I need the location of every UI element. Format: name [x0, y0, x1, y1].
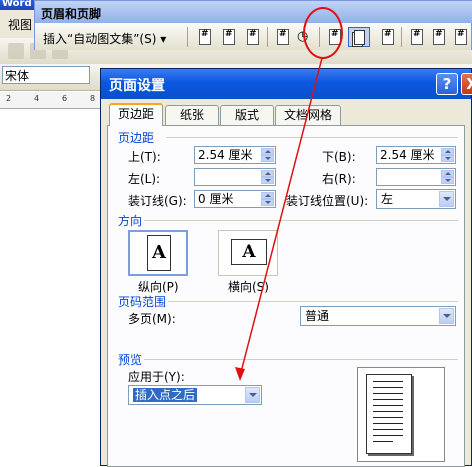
bottom-margin-input[interactable]: 2.54 厘米	[376, 146, 456, 164]
toolbar-separator	[267, 27, 268, 47]
insert-page-count-icon[interactable]	[219, 28, 237, 46]
chevron-down-icon[interactable]	[245, 387, 260, 403]
multiple-pages-select[interactable]: 普通	[300, 306, 456, 326]
left-margin-input[interactable]	[194, 168, 276, 186]
toolbar-separator	[401, 27, 402, 47]
gutter-label: 装订线(G):	[128, 194, 187, 208]
insert-date-icon[interactable]	[273, 28, 291, 46]
gutter-position-label: 装订线位置(U):	[286, 194, 369, 208]
group-divider	[144, 220, 458, 221]
format-page-number-icon[interactable]	[243, 28, 261, 46]
annotation-circle	[303, 7, 343, 59]
tab-paper[interactable]: 纸张	[165, 105, 219, 125]
preview-area	[357, 367, 445, 462]
spin-buttons[interactable]	[261, 148, 274, 162]
group-divider	[144, 359, 458, 360]
portrait-page-icon: A	[147, 235, 171, 271]
insert-autotext-button[interactable]: 插入“自动图文集”(S) ▾	[43, 30, 166, 47]
menu-view[interactable]: 视图	[8, 16, 32, 33]
preview-page-icon	[366, 374, 412, 454]
chevron-down-icon: ▾	[160, 32, 167, 46]
chevron-down-icon[interactable]	[439, 308, 454, 324]
show-previous-icon[interactable]	[429, 28, 447, 46]
page-setup-dialog: 页面设置 ? X 页边距 纸张 版式 文档网格 页边距 上(T): 2.54 厘…	[100, 68, 472, 467]
horizontal-ruler: 2 4 6 8	[0, 92, 100, 109]
tab-margins[interactable]: 页边距	[109, 103, 163, 126]
close-button[interactable]: X	[461, 73, 472, 95]
header-footer-toolbar-title: 页眉和页脚	[41, 7, 102, 21]
header-footer-toolbar: 页眉和页脚 插入“自动图文集”(S) ▾ ◷	[34, 0, 472, 50]
spin-buttons[interactable]	[261, 170, 274, 184]
group-divider	[168, 301, 458, 302]
header-footer-toolbar-titlebar[interactable]: 页眉和页脚	[35, 1, 472, 23]
toolbar-separator	[187, 27, 188, 47]
ruler-tick: 4	[34, 94, 40, 103]
ruler-tick: 2	[6, 94, 12, 103]
ruler-tick: 8	[90, 94, 96, 103]
group-divider	[166, 137, 458, 138]
spin-buttons[interactable]	[441, 148, 454, 162]
same-as-previous-icon[interactable]	[378, 28, 396, 46]
tab-document-grid[interactable]: 文档网格	[275, 105, 341, 125]
portrait-option[interactable]: A	[128, 230, 188, 276]
right-margin-label: 右(R):	[322, 172, 356, 186]
tab-layout[interactable]: 版式	[220, 105, 274, 125]
landscape-page-icon: A	[231, 239, 267, 265]
switch-header-footer-icon[interactable]	[407, 28, 425, 46]
apply-to-select[interactable]: 插入点之后	[128, 385, 262, 405]
landscape-option[interactable]: A	[218, 230, 278, 276]
help-button[interactable]: ?	[436, 73, 458, 95]
right-margin-input[interactable]	[376, 168, 456, 186]
chevron-down-icon[interactable]	[439, 191, 454, 207]
show-next-icon[interactable]	[451, 28, 469, 46]
top-margin-label: 上(T):	[128, 150, 161, 164]
bottom-margin-label: 下(B):	[322, 150, 356, 164]
spin-buttons[interactable]	[261, 192, 274, 206]
font-name-box[interactable]: 宋体	[2, 66, 90, 84]
group-margins-label: 页边距	[118, 131, 155, 145]
print-icon[interactable]	[8, 43, 24, 59]
left-margin-label: 左(L):	[128, 172, 161, 186]
landscape-label[interactable]: 横向(S)	[228, 278, 269, 295]
insert-page-number-icon[interactable]	[195, 28, 213, 46]
group-pages-label: 页码范围	[118, 295, 167, 309]
word-title: Word	[2, 0, 32, 9]
page-setup-button[interactable]	[348, 27, 370, 47]
dialog-title: 页面设置	[109, 78, 165, 94]
spin-buttons[interactable]	[441, 170, 454, 184]
multiple-pages-label: 多页(M):	[128, 312, 176, 326]
gutter-position-select[interactable]: 左	[376, 189, 456, 209]
ruler-tick: 6	[62, 94, 68, 103]
group-preview-label: 预览	[118, 353, 143, 367]
dialog-titlebar[interactable]: 页面设置	[101, 69, 471, 99]
top-margin-input[interactable]: 2.54 厘米	[194, 146, 276, 164]
group-orientation-label: 方向	[118, 214, 143, 228]
gutter-input[interactable]: 0 厘米	[194, 190, 276, 208]
apply-to-label: 应用于(Y):	[128, 370, 185, 384]
